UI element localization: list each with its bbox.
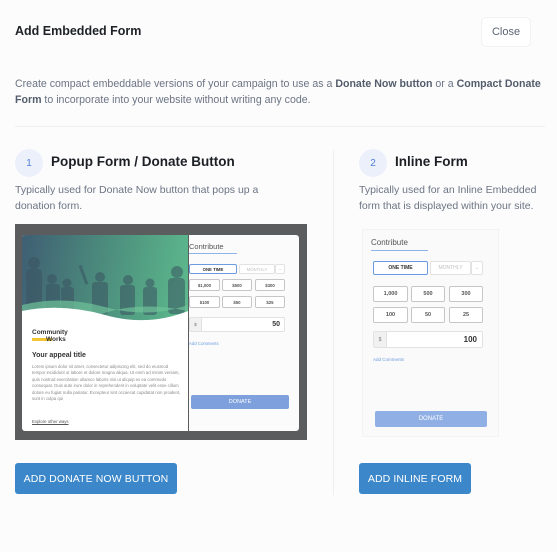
amount-option[interactable]: 25 (449, 307, 483, 323)
community-works-logo: Community Works (32, 329, 68, 343)
donate-button[interactable]: DONATE (375, 411, 487, 427)
amount-option[interactable]: $1,000 (189, 279, 220, 291)
amount-option[interactable]: 100 (373, 307, 408, 323)
campaign-card: Community Works Your appeal title Lorem … (22, 235, 188, 431)
intro-text: Create compact embeddable versions of yo… (15, 76, 550, 108)
amount-option[interactable]: 500 (411, 286, 445, 302)
intro-part3: to incorporate into your website without… (41, 94, 311, 106)
contribute-title: Contribute (189, 242, 224, 251)
amount-option[interactable]: $25 (255, 296, 285, 308)
popup-form-preview: Community Works Your appeal title Lorem … (15, 224, 307, 440)
donate-button[interactable]: DONATE (191, 395, 289, 409)
frequency-monthly[interactable]: MONTHLY (430, 261, 471, 275)
intro-part1: Create compact embeddable versions of yo… (15, 78, 336, 90)
section-title-popup: Popup Form / Donate Button (51, 154, 235, 169)
amount-option[interactable]: $100 (189, 296, 220, 308)
divider-horizontal (15, 126, 545, 127)
hero-image (22, 235, 188, 323)
appeal-title: Your appeal title (32, 352, 86, 359)
frequency-dropdown-icon[interactable]: ⌄ (275, 264, 285, 274)
hero-silhouettes-icon (22, 257, 188, 323)
divider-vertical (333, 150, 334, 495)
contribute-panel: Contribute ONE TIME MONTHLY ⌄ $1,000 $50… (189, 235, 299, 431)
amount-option[interactable]: $300 (255, 279, 285, 291)
frequency-monthly[interactable]: MONTHLY (239, 264, 275, 274)
add-inline-form-button[interactable]: ADD INLINE FORM (359, 463, 471, 494)
amount-option[interactable]: 1,000 (373, 286, 408, 302)
close-button[interactable]: Close (481, 17, 531, 47)
amount-value: 100 (463, 335, 477, 344)
logo-line1: Community (32, 329, 68, 336)
intro-bold-donate-now: Donate Now button (335, 78, 433, 90)
amount-option[interactable]: 300 (449, 286, 483, 302)
section-title-inline: Inline Form (395, 154, 468, 169)
section-desc-inline: Typically used for an Inline Embedded fo… (359, 184, 537, 212)
amount-input[interactable]: $ 100 (373, 331, 483, 348)
contribute-underline (189, 253, 237, 254)
add-comments-link[interactable]: Add Comments (189, 341, 219, 346)
amount-input[interactable]: $ 50 (189, 317, 285, 332)
amount-option[interactable]: $50 (222, 296, 252, 308)
appeal-body: Lorem ipsum dolor sit amet, consectetur … (32, 364, 181, 402)
modal-title: Add Embedded Form (15, 24, 142, 38)
inline-form-preview: Contribute ONE TIME MONTHLY ⌄ 1,000 500 … (362, 229, 499, 437)
contribute-underline (371, 250, 428, 251)
frequency-one-time[interactable]: ONE TIME (373, 261, 428, 275)
contribute-title: Contribute (371, 238, 408, 247)
amount-option[interactable]: 50 (411, 307, 445, 323)
step-badge-2: 2 (359, 149, 387, 177)
amount-value: 50 (272, 321, 280, 328)
amount-option[interactable]: $500 (222, 279, 252, 291)
currency-symbol: $ (190, 318, 202, 331)
explore-link[interactable]: Explore other ways (32, 419, 69, 424)
add-comments-link[interactable]: Add Comments (373, 357, 404, 362)
add-donate-now-button[interactable]: ADD DONATE NOW BUTTON (15, 463, 177, 494)
logo-line2: Works (46, 336, 66, 343)
intro-part2: or a (432, 78, 457, 90)
frequency-dropdown-icon[interactable]: ⌄ (471, 261, 483, 275)
section-desc-popup: Typically used for Donate Now button tha… (15, 184, 259, 212)
currency-symbol: $ (374, 332, 387, 347)
step-badge-1: 1 (15, 149, 43, 177)
frequency-one-time[interactable]: ONE TIME (189, 264, 237, 274)
